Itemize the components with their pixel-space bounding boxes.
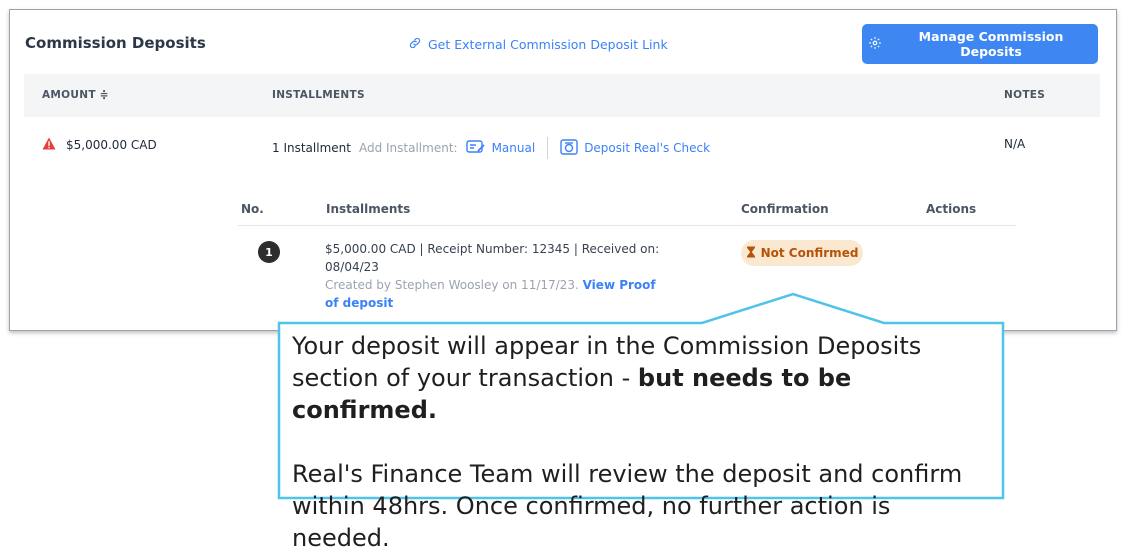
subtable-actions-header: Actions (926, 202, 977, 216)
table-header: AMOUNT ≑ INSTALLMENTS NOTES (24, 74, 1100, 117)
installment-number-badge: 1 (258, 241, 280, 263)
deposit-check-link[interactable]: Deposit Real's Check (560, 138, 711, 158)
notes-cell: N/A (1004, 137, 1026, 151)
manage-commission-deposits-button[interactable]: Manage Commission Deposits (862, 24, 1098, 64)
link-icon (408, 36, 422, 53)
external-deposit-link[interactable]: Get External Commission Deposit Link (408, 36, 668, 53)
warning-triangle-icon (42, 137, 56, 153)
add-installment-label: Add Installment: (358, 141, 458, 155)
check-deposit-icon (560, 138, 578, 158)
gear-icon (868, 36, 882, 53)
callout-message: Your deposit will appear in the Commissi… (292, 330, 992, 554)
amount-header[interactable]: AMOUNT ≑ (42, 89, 109, 101)
installments-header: INSTALLMENTS (272, 89, 365, 101)
commission-deposits-panel: Commission Deposits Get External Commiss… (9, 9, 1117, 331)
amount-value: $5,000.00 CAD (66, 138, 157, 152)
installment-line: $5,000.00 CAD | Receipt Number: 12345 | … (325, 242, 660, 274)
subtable-confirmation-header: Confirmation (741, 202, 829, 216)
deposit-check-label: Deposit Real's Check (584, 141, 711, 155)
divider (547, 137, 549, 159)
manual-label: Manual (491, 141, 536, 155)
status-badge: Not Confirmed (741, 240, 863, 266)
subtable-divider (238, 225, 1016, 226)
status-label: Not Confirmed (760, 246, 859, 260)
installment-details: $5,000.00 CAD | Receipt Number: 12345 | … (325, 240, 665, 312)
callout-line2: Real's Finance Team will review the depo… (292, 460, 963, 552)
amount-cell: $5,000.00 CAD (42, 137, 157, 153)
manage-button-label: Manage Commission Deposits (918, 29, 1064, 59)
panel-title: Commission Deposits (25, 34, 206, 52)
external-link-label: Get External Commission Deposit Link (428, 37, 668, 52)
subtable-installments-header: Installments (326, 202, 411, 216)
hourglass-icon (746, 246, 756, 261)
notes-header: NOTES (1004, 89, 1046, 101)
manual-entry-icon (465, 139, 486, 157)
manual-installment-link[interactable]: Manual (465, 139, 536, 157)
installment-count: 1 Installment (272, 141, 351, 155)
installments-cell: 1 Installment Add Installment: Manual De… (272, 137, 710, 159)
created-by-text: Created by Stephen Woosley on 11/17/23. (325, 278, 579, 292)
subtable-no-header: No. (241, 202, 264, 216)
